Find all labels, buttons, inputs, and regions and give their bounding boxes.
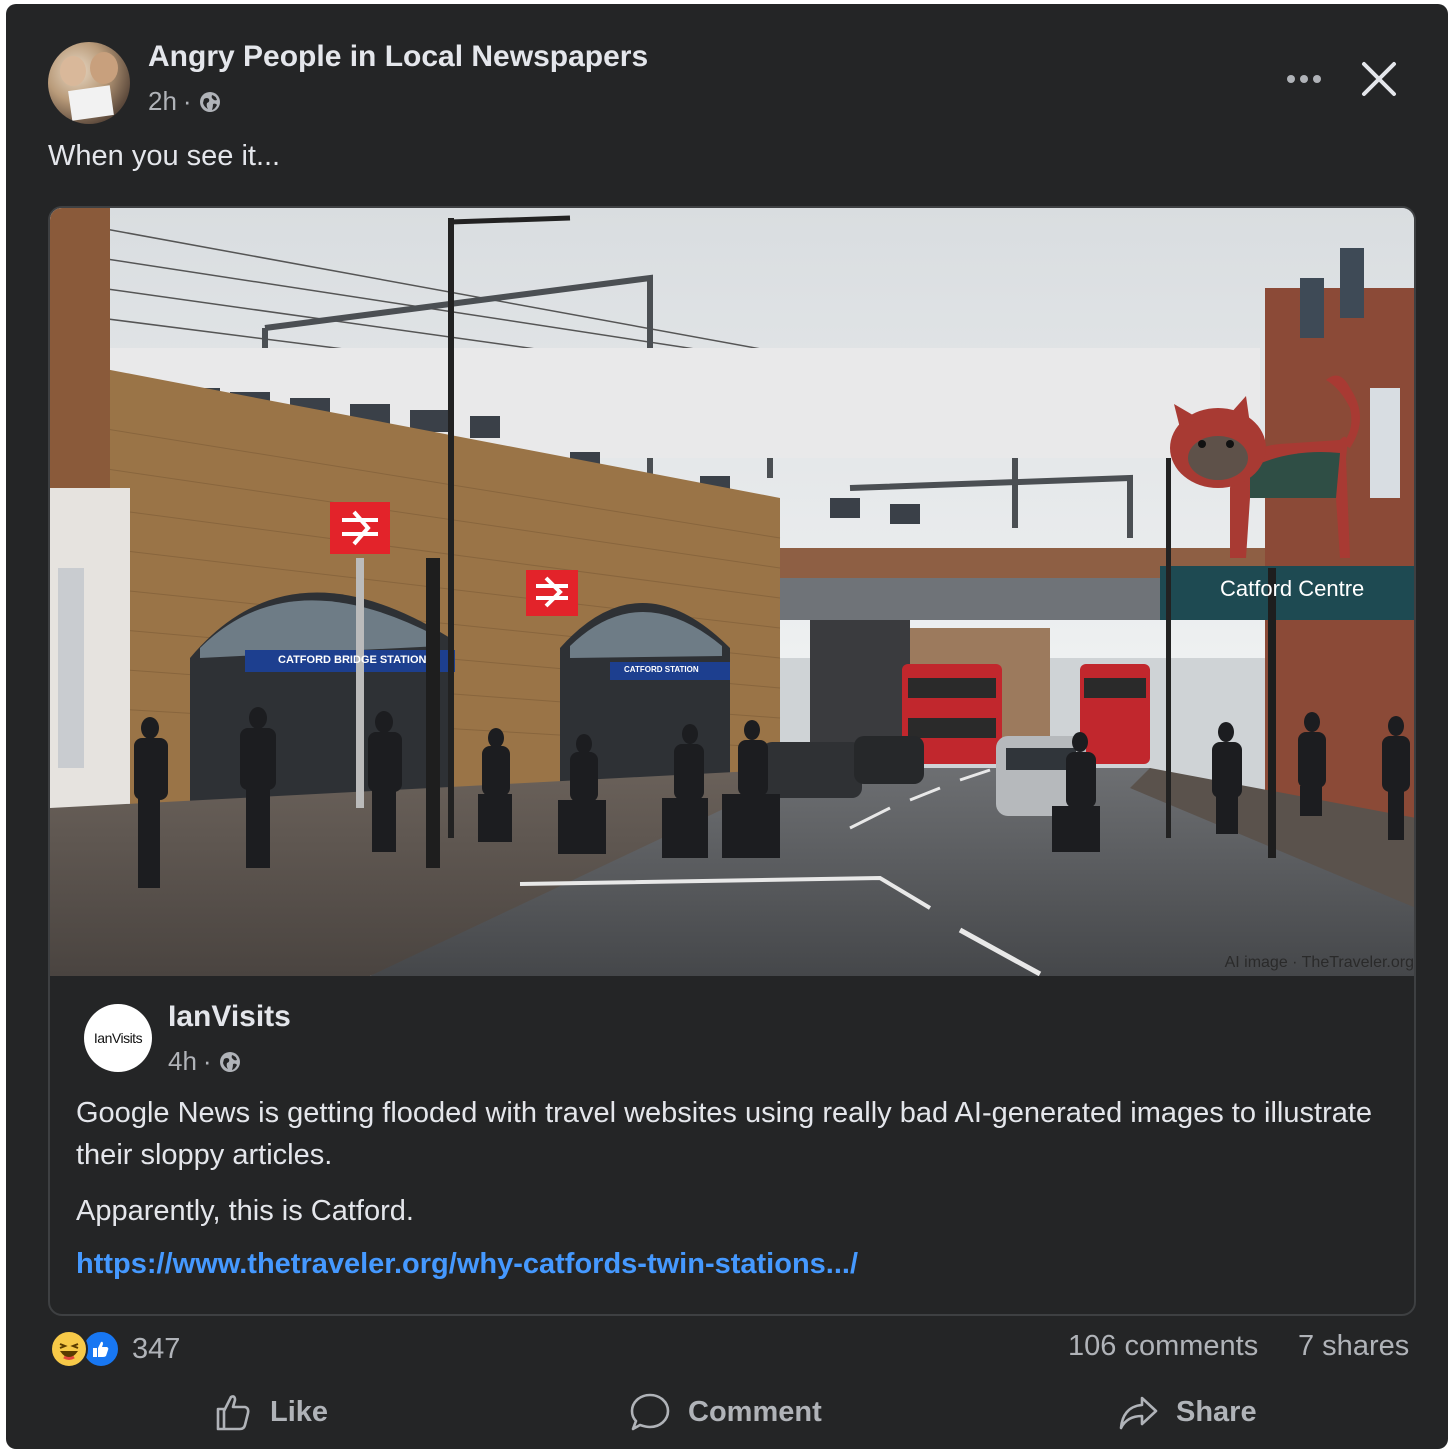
meta-separator: · [182, 86, 192, 116]
share-arrow-icon [1119, 1396, 1158, 1430]
street-scene-illustration [50, 208, 1414, 976]
shares-count[interactable]: 7 shares [1298, 1330, 1409, 1363]
group-name[interactable]: Angry People in Local Newspapers [148, 40, 648, 74]
share-label: Share [1176, 1395, 1257, 1428]
shared-post[interactable]: CATFORD BRIDGE STATION CATFORD STATION C… [48, 206, 1416, 1316]
sign-catford-centre: Catford Centre [1220, 576, 1365, 601]
post-actions-bar: Like Comment Share [0, 1380, 1454, 1444]
globe-icon [199, 91, 220, 112]
post-text: When you see it... [48, 140, 281, 172]
comment-button[interactable]: Comment [628, 1380, 822, 1444]
shared-post-time[interactable]: 4h [168, 1046, 197, 1077]
comments-count[interactable]: 106 comments [1068, 1330, 1258, 1363]
photo-credit: AI image · TheTraveler.org [1224, 954, 1414, 971]
more-options-icon[interactable] [1282, 62, 1326, 96]
shared-post-meta: 4h · [168, 1046, 242, 1077]
meta-separator: · [202, 1046, 212, 1076]
shared-post-body: Google News is getting flooded with trav… [76, 1092, 1386, 1246]
sign-station-left: CATFORD BRIDGE STATION [278, 654, 427, 666]
post-meta: 2h · [148, 86, 222, 117]
share-button[interactable]: Share [1116, 1380, 1257, 1444]
shared-paragraph: Apparently, this is Catford. [76, 1195, 414, 1227]
close-icon[interactable] [1356, 56, 1402, 102]
reaction-count: 347 [132, 1332, 181, 1365]
like-label: Like [270, 1395, 329, 1428]
globe-icon [219, 1051, 240, 1072]
thumbs-up-icon [216, 1395, 250, 1431]
comment-label: Comment [688, 1395, 822, 1428]
shared-author-name[interactable]: IanVisits [168, 1000, 291, 1034]
reactions-summary[interactable]: 347 [50, 1330, 180, 1368]
sign-station-right: CATFORD STATION [624, 665, 699, 674]
post-time[interactable]: 2h [148, 86, 177, 117]
haha-reaction-icon [50, 1330, 88, 1368]
shared-author-avatar[interactable]: IanVisits [84, 1004, 152, 1072]
group-avatar[interactable] [48, 42, 130, 124]
comment-bubble-icon [630, 1393, 670, 1431]
shared-photo[interactable]: CATFORD BRIDGE STATION CATFORD STATION C… [50, 208, 1414, 976]
like-button[interactable]: Like [212, 1380, 328, 1444]
shared-paragraph: Google News is getting flooded with trav… [76, 1097, 1373, 1171]
article-link[interactable]: https://www.thetraveler.org/why-catfords… [76, 1248, 858, 1281]
